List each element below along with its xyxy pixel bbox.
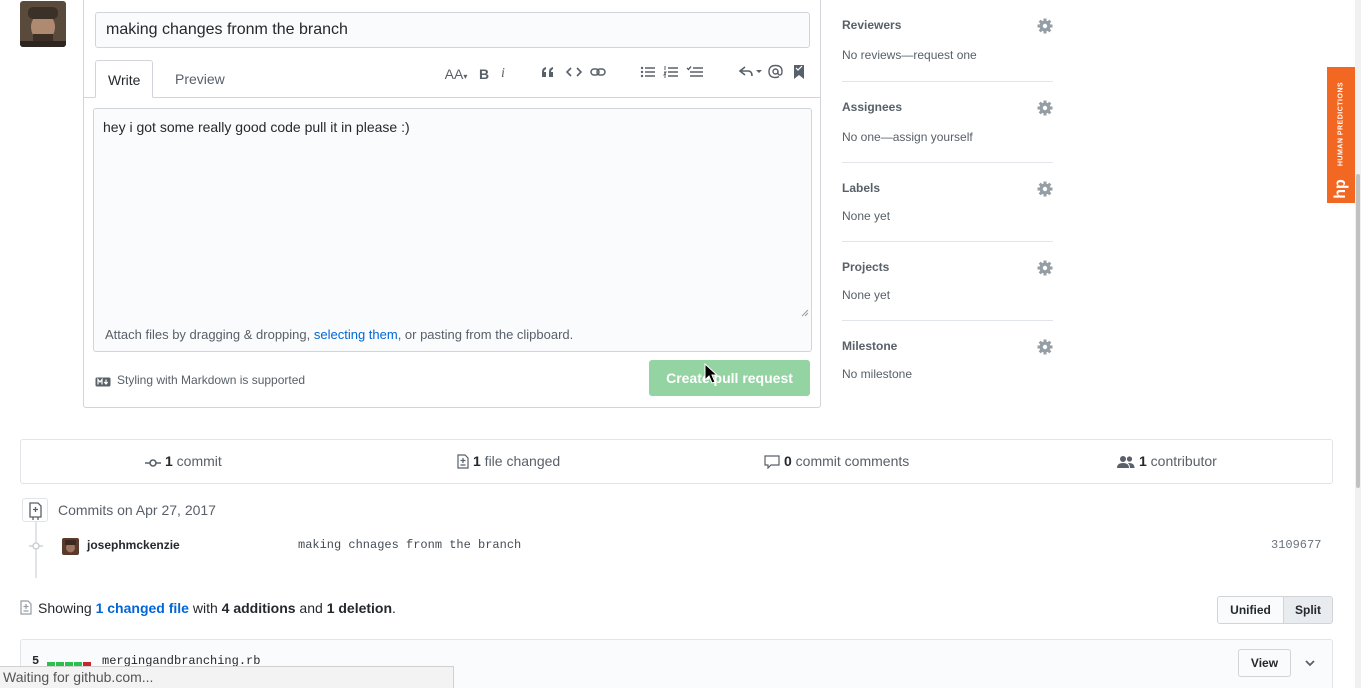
diff-summary: Showing 1 changed file with 4 additions … [20, 600, 396, 616]
unified-view-button[interactable]: Unified [1217, 596, 1284, 624]
hp-logo: hp [1332, 179, 1349, 199]
scrollbar-thumb[interactable] [1356, 174, 1360, 488]
milestone-value: No milestone [842, 367, 913, 381]
commit-author-avatar[interactable] [62, 538, 79, 555]
deletions-count: 1 deletion [326, 600, 393, 616]
assignees-value[interactable]: No one—assign yourself [842, 130, 973, 144]
reviewers-gear-icon[interactable] [1037, 18, 1053, 34]
task-list-icon[interactable] [685, 64, 705, 84]
split-view-button[interactable]: Split [1283, 596, 1333, 624]
commits-date-heading: Commits on Apr 27, 2017 [58, 502, 216, 518]
view-file-button[interactable]: View [1238, 649, 1291, 677]
pull-request-form: making changes fronm the branch Write Pr… [83, 0, 821, 408]
additions-count: 4 additions [221, 600, 296, 616]
create-pull-request-button[interactable]: Create pull request [649, 360, 810, 396]
projects-title: Projects [842, 260, 890, 274]
markdown-support-note[interactable]: Styling with Markdown is supported [95, 372, 305, 388]
file-diff-icon [20, 600, 32, 615]
mention-icon[interactable] [767, 64, 783, 84]
files-label: file changed [480, 453, 561, 469]
bold-icon[interactable]: B [477, 64, 491, 84]
git-commit-group-icon [22, 498, 48, 522]
commit-icon [145, 459, 161, 467]
commit-author-link[interactable]: josephmckenzie [87, 538, 180, 552]
bookmark-icon[interactable] [792, 64, 806, 84]
markdown-icon [95, 377, 111, 387]
hp-badge-text: HUMAN PREDICTIONS [1337, 81, 1345, 167]
stat-contributors[interactable]: 1 contributor [1117, 440, 1217, 483]
projects-gear-icon[interactable] [1037, 260, 1053, 276]
commit-message-link[interactable]: making chnages fronm the branch [298, 538, 521, 552]
people-icon [1117, 456, 1135, 468]
summary-prefix: Showing [38, 600, 96, 616]
link-icon[interactable] [589, 64, 607, 84]
mouse-cursor-icon [704, 363, 719, 384]
chevron-down-icon[interactable] [1301, 654, 1319, 672]
attach-files-bar[interactable]: Attach files by dragging & dropping, sel… [93, 319, 812, 352]
stat-commits[interactable]: 1 commit [145, 440, 222, 483]
unordered-list-icon[interactable] [639, 64, 657, 84]
file-diff-icon [457, 454, 469, 469]
stat-files-changed[interactable]: 1 file changed [457, 440, 560, 483]
pr-title-input[interactable]: making changes fronm the branch [95, 12, 810, 48]
pr-body-text: hey i got some really good code pull it … [103, 119, 410, 135]
tab-write[interactable]: Write [95, 60, 154, 98]
ordered-list-icon[interactable] [662, 64, 680, 84]
assignees-title: Assignees [842, 100, 903, 114]
attach-suffix: , or pasting from the clipboard. [397, 327, 574, 342]
italic-icon[interactable]: i [497, 64, 509, 84]
reply-icon[interactable] [737, 64, 763, 84]
contributors-label: contributor [1146, 453, 1217, 469]
markdown-note-text: Styling with Markdown is supported [117, 373, 306, 387]
human-predictions-badge[interactable]: HUMAN PREDICTIONS hp [1327, 67, 1355, 203]
header-text-icon[interactable]: AA▾ [442, 64, 470, 84]
browser-status-bar: Waiting for github.com... [0, 666, 454, 688]
milestone-title: Milestone [842, 339, 898, 353]
comments-count: 0 [784, 453, 792, 469]
changed-files-link[interactable]: 1 changed file [96, 600, 189, 616]
contributors-count: 1 [1139, 453, 1147, 469]
select-files-link[interactable]: selecting them [314, 327, 398, 342]
sidebar-labels: Labels None yet [842, 163, 1053, 242]
summary-and: and [295, 600, 327, 616]
comment-icon [764, 455, 780, 470]
labels-value: None yet [842, 209, 891, 223]
header-text-label: AA [444, 66, 464, 82]
tab-preview[interactable]: Preview [163, 60, 237, 98]
commits-label: commit [172, 453, 222, 469]
resize-handle-icon[interactable] [801, 309, 809, 317]
attach-prefix: Attach files by dragging & dropping, [105, 327, 314, 342]
commits-count: 1 [165, 453, 173, 469]
commit-node-icon [29, 542, 43, 550]
sidebar-milestone: Milestone No milestone [842, 321, 1053, 391]
sidebar-assignees: Assignees No one—assign yourself [842, 82, 1053, 163]
summary-suffix: . [392, 600, 396, 616]
projects-value: None yet [842, 288, 891, 302]
labels-gear-icon[interactable] [1037, 181, 1053, 197]
reviewers-value[interactable]: No reviews—request one [842, 48, 977, 62]
files-count: 1 [473, 453, 481, 469]
summary-middle: with [188, 600, 222, 616]
sidebar-reviewers: Reviewers No reviews—request one [842, 0, 1053, 82]
pr-stats-bar: 1 commit 1 file changed 0 commit comment… [20, 439, 1333, 484]
labels-title: Labels [842, 181, 881, 195]
code-icon[interactable] [565, 64, 583, 84]
commit-sha-link[interactable]: 3109677 [1271, 538, 1321, 552]
milestone-gear-icon[interactable] [1037, 339, 1053, 355]
sidebar-projects: Projects None yet [842, 242, 1053, 321]
assignees-gear-icon[interactable] [1037, 100, 1053, 116]
stat-commit-comments[interactable]: 0 commit comments [764, 440, 909, 483]
avatar[interactable] [20, 1, 66, 47]
quote-icon[interactable] [539, 64, 557, 84]
reviewers-title: Reviewers [842, 18, 902, 32]
comments-label: commit comments [791, 453, 910, 469]
pr-body-textarea[interactable]: hey i got some really good code pull it … [93, 108, 812, 320]
